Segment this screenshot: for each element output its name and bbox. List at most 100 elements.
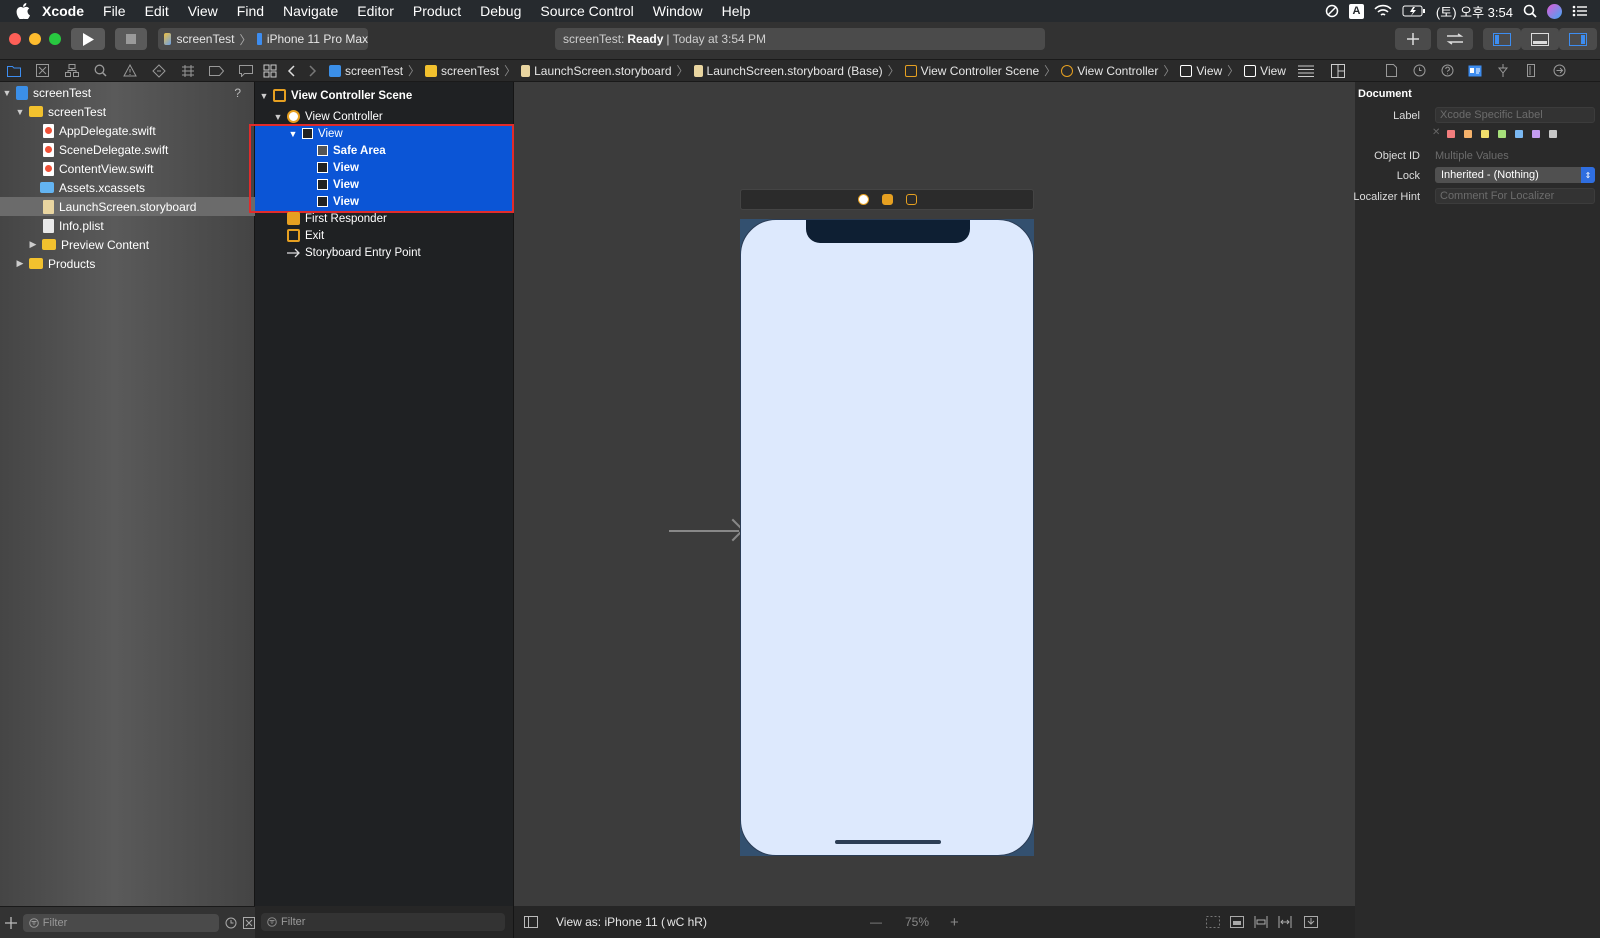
- label-field-input[interactable]: Xcode Specific Label: [1435, 107, 1595, 123]
- attributes-inspector-icon[interactable]: [1495, 64, 1511, 78]
- breakpoint-icon[interactable]: [208, 63, 225, 79]
- color-swatch-orange[interactable]: [1464, 130, 1472, 138]
- size-class-label[interactable]: wC hR): [667, 915, 707, 929]
- menu-help[interactable]: Help: [722, 3, 751, 19]
- zoom-level[interactable]: 75%: [905, 915, 929, 929]
- breadcrumb-view[interactable]: View: [1180, 64, 1222, 78]
- menu-navigate[interactable]: Navigate: [283, 3, 338, 19]
- zoom-out-button[interactable]: —: [870, 915, 882, 929]
- outline-filter-input[interactable]: Filter: [261, 913, 505, 931]
- input-source-icon[interactable]: A: [1348, 3, 1364, 19]
- scene-dock[interactable]: [740, 189, 1034, 210]
- outline-view-controller-row[interactable]: ▼ View Controller: [273, 108, 383, 125]
- color-swatch-yellow[interactable]: [1481, 130, 1489, 138]
- warning-icon[interactable]: [121, 63, 138, 79]
- menu-find[interactable]: Find: [237, 3, 264, 19]
- menu-file[interactable]: File: [103, 3, 126, 19]
- first-responder-icon[interactable]: [881, 194, 893, 205]
- align-icon[interactable]: [1254, 916, 1268, 928]
- folder-icon[interactable]: [5, 63, 22, 79]
- breadcrumb-file[interactable]: LaunchScreen.storyboard: [521, 64, 672, 78]
- list-item[interactable]: Info.plist: [0, 216, 255, 235]
- breadcrumb-project[interactable]: screenTest: [329, 64, 403, 78]
- close-window-button[interactable]: [9, 33, 21, 45]
- file-inspector-icon[interactable]: [1383, 64, 1399, 78]
- outline-first-responder-row[interactable]: First Responder: [287, 210, 387, 227]
- color-swatch-green[interactable]: [1498, 130, 1506, 138]
- list-item-selected[interactable]: LaunchScreen.storyboard: [0, 197, 255, 216]
- search-icon[interactable]: [92, 63, 109, 79]
- list-item[interactable]: ▶ Preview Content: [0, 235, 255, 254]
- resolve-issues-icon[interactable]: [1304, 916, 1318, 928]
- related-items-icon[interactable]: [263, 64, 277, 78]
- debug-icon[interactable]: [179, 63, 196, 79]
- view-as-label[interactable]: View as: iPhone 11 (: [556, 915, 665, 929]
- outline-scene-row[interactable]: ▼ View Controller Scene: [259, 87, 412, 104]
- menu-xcode[interactable]: Xcode: [42, 3, 84, 19]
- color-swatch-blue[interactable]: [1515, 130, 1523, 138]
- lock-popup[interactable]: Inherited - (Nothing) ⇕: [1435, 167, 1595, 183]
- toggle-navigator-button[interactable]: [1483, 28, 1521, 50]
- entry-point-arrow[interactable]: [669, 530, 739, 532]
- outline-exit-row[interactable]: Exit: [287, 227, 324, 244]
- recent-files-icon[interactable]: [225, 917, 237, 929]
- breadcrumb-scene[interactable]: View Controller Scene: [904, 64, 1039, 78]
- spotlight-icon[interactable]: [1523, 4, 1537, 18]
- list-item[interactable]: ▼ screenTest: [0, 102, 255, 121]
- list-item[interactable]: Assets.xcassets: [0, 178, 255, 197]
- menu-window[interactable]: Window: [653, 3, 703, 19]
- exit-icon[interactable]: [905, 194, 917, 205]
- library-button[interactable]: [1395, 28, 1431, 50]
- split-editor-icon[interactable]: [1331, 64, 1345, 78]
- disclosure-open-icon[interactable]: ▼: [273, 112, 283, 122]
- color-swatch-purple[interactable]: [1532, 130, 1540, 138]
- breadcrumb-subview[interactable]: View: [1244, 64, 1286, 78]
- list-item[interactable]: ▶ Products: [0, 254, 255, 273]
- phone-view[interactable]: [740, 219, 1034, 856]
- clock[interactable]: (토) 오후 3:54: [1436, 2, 1513, 21]
- color-swatch-red[interactable]: [1447, 130, 1455, 138]
- help-inspector-icon[interactable]: [1439, 64, 1455, 78]
- disclosure-open-icon[interactable]: ▼: [259, 91, 269, 101]
- disclosure-closed-icon[interactable]: ▶: [15, 258, 25, 269]
- menu-editor[interactable]: Editor: [357, 3, 394, 19]
- notification-center-icon[interactable]: [1572, 5, 1588, 17]
- list-item[interactable]: AppDelegate.swift: [0, 121, 255, 140]
- color-swatch-gray[interactable]: [1549, 130, 1557, 138]
- update-frames-icon[interactable]: [1206, 916, 1220, 928]
- menu-debug[interactable]: Debug: [480, 3, 521, 19]
- sidebar-toggle-icon[interactable]: [524, 916, 538, 928]
- list-item[interactable]: SceneDelegate.swift: [0, 140, 255, 159]
- hierarchy-icon[interactable]: [63, 63, 80, 79]
- breadcrumb-localization[interactable]: LaunchScreen.storyboard (Base): [693, 64, 883, 78]
- siri-icon[interactable]: [1547, 3, 1562, 19]
- scheme-selector[interactable]: screenTest 〉 iPhone 11 Pro Max: [158, 28, 368, 50]
- run-button[interactable]: [71, 28, 105, 50]
- source-control-icon[interactable]: [34, 63, 51, 79]
- size-inspector-icon[interactable]: [1523, 64, 1539, 78]
- toggle-inspector-button[interactable]: [1559, 28, 1597, 50]
- stop-button[interactable]: [115, 28, 147, 50]
- disclosure-open-icon[interactable]: ▼: [15, 107, 25, 117]
- add-file-icon[interactable]: [5, 916, 17, 929]
- apple-icon[interactable]: [16, 3, 30, 19]
- breadcrumb-group[interactable]: screenTest: [425, 64, 499, 78]
- disclosure-closed-icon[interactable]: ▶: [28, 239, 38, 250]
- toggle-debug-area-button[interactable]: [1521, 28, 1559, 50]
- disclosure-open-icon[interactable]: ▼: [2, 88, 12, 98]
- menu-product[interactable]: Product: [413, 3, 461, 19]
- menu-view[interactable]: View: [188, 3, 218, 19]
- list-item[interactable]: ▼ screenTest ?: [0, 83, 255, 102]
- zoom-in-button[interactable]: +: [950, 914, 959, 931]
- report-icon[interactable]: [237, 63, 254, 79]
- editor-options-icon[interactable]: [1298, 65, 1314, 77]
- outline-entry-point-row[interactable]: Storyboard Entry Point: [287, 244, 421, 261]
- localizer-hint-input[interactable]: Comment For Localizer: [1435, 188, 1595, 204]
- history-inspector-icon[interactable]: [1411, 64, 1427, 78]
- breadcrumb-view-controller[interactable]: View Controller: [1061, 64, 1158, 78]
- code-review-button[interactable]: [1437, 28, 1473, 50]
- menu-source-control[interactable]: Source Control: [540, 3, 633, 19]
- forward-arrow-icon[interactable]: [307, 64, 317, 77]
- clear-color-icon[interactable]: ✕: [1432, 127, 1440, 138]
- battery-icon[interactable]: [1402, 5, 1426, 17]
